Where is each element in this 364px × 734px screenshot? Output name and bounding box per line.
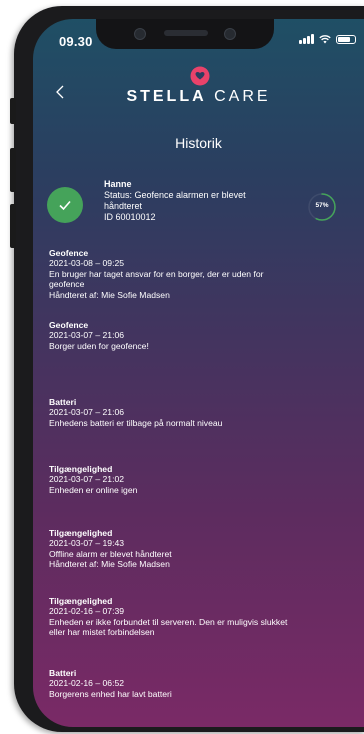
history-item-text: Håndteret af: Mie Sofie Madsen: [49, 559, 170, 570]
status-line-2: håndteret: [104, 201, 143, 211]
system-icons: [299, 34, 356, 44]
history-item[interactable]: Tilgængelighed 2021-02-16 – 07:39 Enheden …: [49, 596, 361, 638]
history-item-date: 2021-03-07 – 19:43: [49, 538, 125, 549]
stella-heart-logo-icon: [190, 66, 210, 86]
volume-down-button: [10, 204, 16, 248]
camera-icon: [134, 28, 146, 40]
status-text: Hanne Status: Geofence alarmen er blevet…: [104, 179, 284, 223]
history-item-title: Tilgængelighed: [49, 464, 113, 474]
history-item-date: 2021-03-07 – 21:02: [49, 474, 125, 485]
history-item-text: Borgerens enhed har lavt batteri: [49, 688, 172, 699]
history-item-title: Tilgængelighed: [49, 596, 113, 606]
history-item[interactable]: Geofence 2021-03-07 – 21:06 Borger uden fo…: [49, 320, 361, 351]
history-item-title: Geofence: [49, 248, 89, 258]
history-item-text: Enheden er online igen: [49, 484, 138, 495]
history-item-text: eller har mistet forbindelsen: [49, 627, 155, 638]
history-item-date: 2021-02-16 – 07:39: [49, 606, 125, 617]
checkmark-icon: [59, 200, 71, 211]
check-status-icon: [47, 187, 83, 223]
citizen-name: Hanne: [104, 179, 132, 189]
history-item[interactable]: Tilgængelighed 2021-03-07 – 21:02 Enheden …: [49, 464, 361, 495]
progress-label: 57%: [315, 202, 329, 209]
history-item-title: Geofence: [49, 320, 89, 330]
status-card: Hanne Status: Geofence alarmen er blevet…: [47, 179, 357, 241]
volume-up-button: [10, 148, 16, 192]
history-item-text: Borger uden for geofence!: [49, 340, 149, 351]
mute-switch: [10, 98, 16, 124]
battery-icon: [336, 34, 356, 44]
brand-name: STELLA CARE: [33, 88, 364, 106]
history-item-text: Håndteret af: Mie Sofie Madsen: [49, 289, 170, 300]
signal-icon: [299, 34, 314, 44]
sensor-icon: [224, 28, 236, 40]
history-item-text: Enhedens batteri er tilbage på normalt n…: [49, 417, 223, 428]
status-bar: 09.30: [33, 19, 364, 61]
status-time: 09.30: [59, 34, 93, 49]
history-item-title: Batteri: [49, 397, 77, 407]
history-item-text: geofence: [49, 279, 85, 290]
history-item[interactable]: Batteri 2021-03-07 – 21:06 Enhedens batter…: [49, 397, 361, 428]
wifi-icon: [319, 35, 331, 44]
history-item-text: En bruger har taget ansvar for en borger…: [49, 268, 264, 279]
history-item[interactable]: Batteri 2021-02-16 – 06:52 Borgerens enhed…: [49, 668, 361, 699]
device-id: ID 60010012: [104, 212, 156, 222]
history-item-text: Enheden er ikke forbundet til serveren. …: [49, 616, 288, 627]
history-item-title: Tilgængelighed: [49, 528, 113, 538]
status-line: Status: Geofence alarmen er blevet: [104, 190, 246, 200]
phone-screen: 09.30 STELLA CARE Historik Hanne Status:…: [33, 19, 364, 727]
page-title: Historik: [175, 135, 222, 151]
history-item-text: Offline alarm er blevet håndteret: [49, 548, 172, 559]
history-item-date: 2021-03-07 – 21:06: [49, 330, 125, 341]
speaker-grille: [164, 30, 208, 36]
notch: [96, 19, 274, 49]
history-item-date: 2021-03-08 – 09:25: [49, 258, 125, 269]
history-item[interactable]: Tilgængelighed 2021-03-07 – 19:43 Offline …: [49, 528, 361, 570]
history-item-date: 2021-02-16 – 06:52: [49, 678, 125, 689]
brand-bold: STELLA: [126, 88, 207, 105]
history-item-date: 2021-03-07 – 21:06: [49, 407, 125, 418]
history-item-title: Batteri: [49, 668, 77, 678]
brand-light: CARE: [214, 88, 271, 105]
history-item[interactable]: Geofence 2021-03-08 – 09:25 En bruger har …: [49, 248, 361, 300]
